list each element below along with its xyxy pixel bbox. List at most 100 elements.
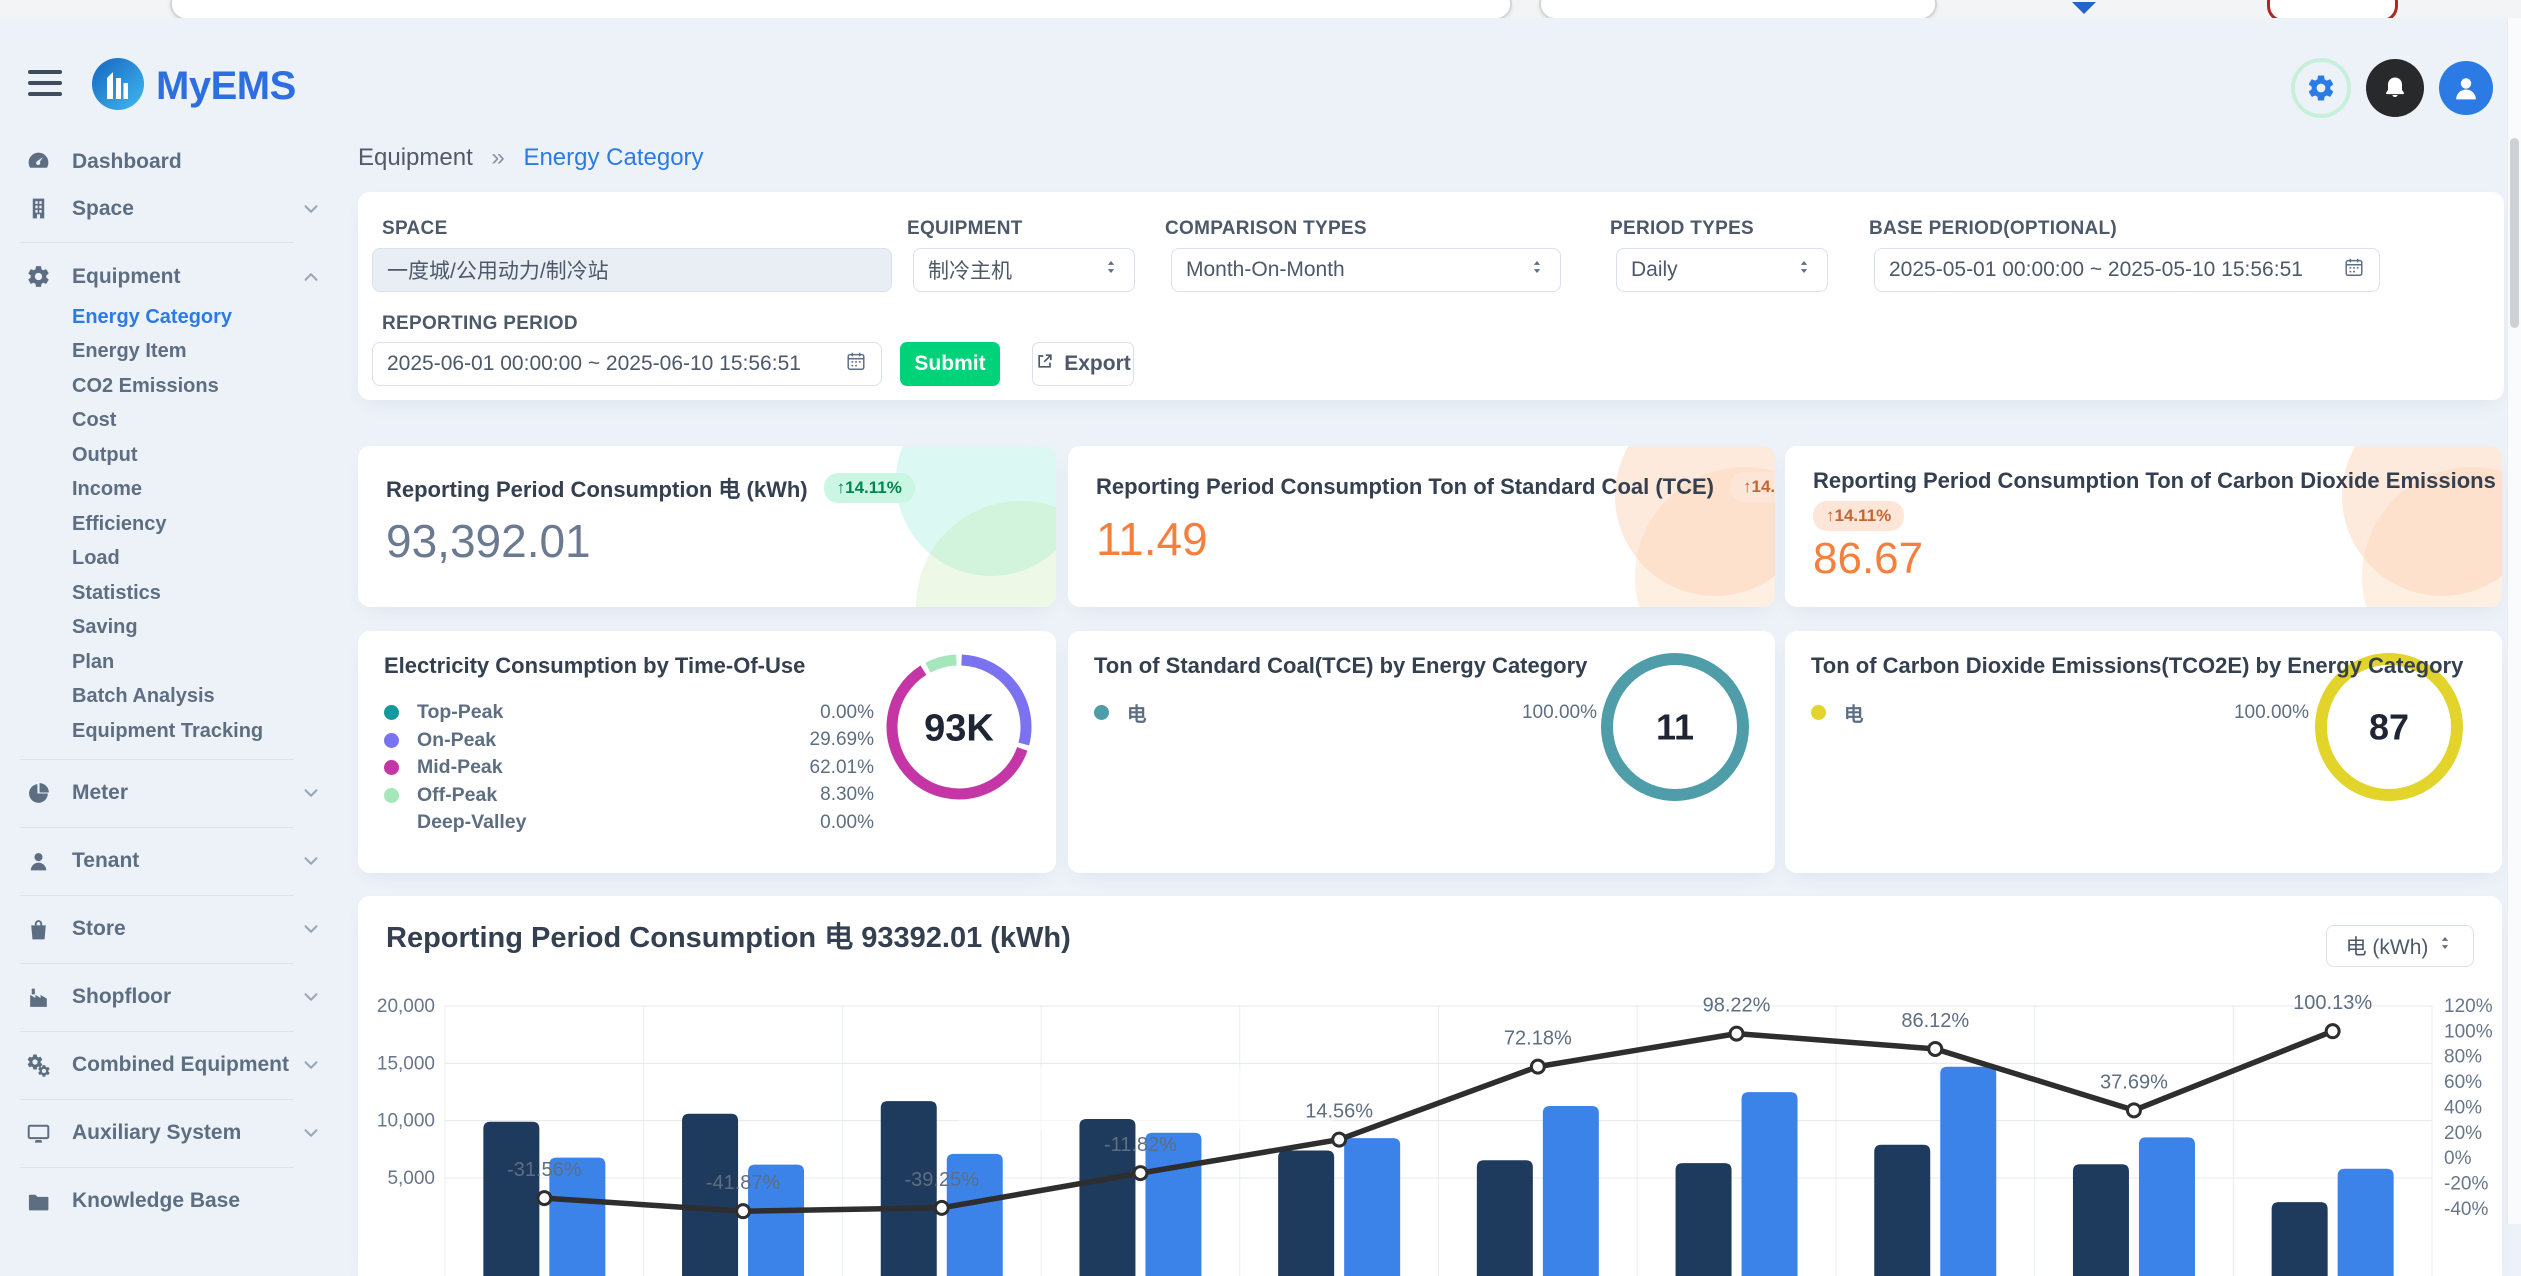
app-header: MyEMS — [0, 18, 2521, 118]
stat-title: Reporting Period Consumption 电 (kWh) — [386, 472, 808, 504]
pie-icon — [26, 781, 56, 806]
person-icon — [26, 849, 56, 874]
svg-text:-11.82%: -11.82% — [1104, 1134, 1177, 1156]
sidebar-item-tenant[interactable]: Tenant — [0, 838, 356, 885]
scrollbar-track[interactable] — [2507, 18, 2521, 1224]
export-button[interactable]: Export — [1032, 342, 1134, 386]
sidebar-item-efficiency[interactable]: Efficiency — [0, 507, 356, 542]
sidebar-item-saving[interactable]: Saving — [0, 611, 356, 646]
legend-dot — [1811, 705, 1826, 720]
scrollbar-thumb[interactable] — [2510, 138, 2519, 328]
donut-chart-2: 11 — [1595, 647, 1755, 812]
breadcrumb: Equipment » Energy Category — [358, 144, 704, 172]
sidebar-item-co2-emissions[interactable]: CO2 Emissions — [0, 369, 356, 404]
svg-text:60%: 60% — [2444, 1072, 2482, 1093]
sidebar-divider — [20, 963, 294, 964]
sidebar-item-knowledge-base[interactable]: Knowledge Base — [0, 1178, 356, 1225]
factory-icon — [26, 985, 56, 1010]
period-types-select[interactable]: Daily — [1616, 248, 1828, 292]
legend-item[interactable]: Mid-Peak62.01% — [384, 754, 874, 782]
sidebar-item-cost[interactable]: Cost — [0, 404, 356, 439]
unit-selector[interactable]: 电 (kWh) — [2326, 925, 2474, 967]
sidebar-item-auxiliary-system[interactable]: Auxiliary System — [0, 1110, 356, 1157]
sidebar-item-store[interactable]: Store — [0, 906, 356, 953]
sidebar-item-output[interactable]: Output — [0, 438, 356, 473]
sidebar-item-load[interactable]: Load — [0, 542, 356, 577]
trend-badge: ↑14.11% — [1813, 501, 1904, 531]
svg-text:120%: 120% — [2444, 996, 2493, 1017]
sidebar-divider — [20, 1031, 294, 1032]
sidebar-item-meter[interactable]: Meter — [0, 770, 356, 817]
legend-dot — [384, 788, 399, 803]
legend-item[interactable]: Deep-Valley0.00% — [384, 809, 874, 837]
folder-icon — [26, 1189, 56, 1214]
space-label: SPACE — [382, 218, 448, 240]
user-avatar[interactable] — [2439, 61, 2493, 115]
sidebar-item-energy-category[interactable]: Energy Category — [0, 300, 356, 335]
select-arrows-icon — [1528, 258, 1546, 282]
chevron-down-icon — [300, 850, 322, 872]
breadcrumb-page[interactable]: Energy Category — [523, 144, 703, 171]
chart-title: Reporting Period Consumption 电 93392.01 … — [386, 914, 1071, 956]
sidebar-item-equipment[interactable]: Equipment — [0, 253, 356, 300]
sidebar-divider — [20, 1099, 294, 1100]
settings-gear-icon[interactable] — [2291, 58, 2351, 118]
export-icon — [1035, 351, 1055, 377]
svg-text:-39.25%: -39.25% — [905, 1169, 980, 1191]
breadcrumb-section[interactable]: Equipment — [358, 144, 473, 171]
legend-item[interactable]: Top-Peak0.00% — [384, 699, 874, 727]
sidebar-item-combined-equipment[interactable]: Combined Equipment — [0, 1042, 356, 1089]
legend-dot — [1094, 705, 1109, 720]
notifications-bell-icon[interactable] — [2366, 59, 2424, 117]
hamburger-menu-icon[interactable] — [28, 70, 62, 96]
svg-text:86.12%: 86.12% — [1901, 1010, 1969, 1032]
sidebar-item-batch-analysis[interactable]: Batch Analysis — [0, 680, 356, 715]
donut-chart-1: 93K — [879, 647, 1039, 812]
sidebar-item-statistics[interactable]: Statistics — [0, 576, 356, 611]
reporting-period-input[interactable]: 2025-06-01 00:00:00 ~ 2025-06-10 15:56:5… — [372, 342, 882, 386]
svg-text:40%: 40% — [2444, 1097, 2482, 1118]
bag-icon — [26, 917, 56, 942]
base-period-label: BASE PERIOD(OPTIONAL) — [1869, 218, 2117, 240]
legend-item[interactable]: Off-Peak8.30% — [384, 782, 874, 810]
sidebar-item-plan[interactable]: Plan — [0, 645, 356, 680]
building-icon — [26, 196, 56, 221]
consumption-chart-card: Reporting Period Consumption 电 93392.01 … — [358, 896, 2502, 1276]
app-logo[interactable]: MyEMS — [92, 58, 296, 115]
browser-addressbar-remnant — [170, 0, 1512, 18]
sidebar-divider — [20, 1167, 294, 1168]
legend-dot — [384, 815, 399, 830]
trend-badge: ↑14.11% — [1730, 472, 1775, 502]
monitor-icon — [26, 1121, 56, 1146]
sidebar-item-dashboard[interactable]: Dashboard — [0, 138, 356, 185]
chevron-down-icon — [300, 918, 322, 940]
legend-dot — [384, 705, 399, 720]
sidebar-divider — [20, 242, 294, 243]
sidebar-item-space[interactable]: Space — [0, 185, 356, 232]
logo-mark-icon — [92, 58, 144, 115]
gauge-icon — [26, 149, 56, 174]
equipment-select[interactable]: 制冷主机 — [913, 248, 1135, 292]
sidebar-divider — [20, 759, 294, 760]
base-period-input[interactable]: 2025-05-01 00:00:00 ~ 2025-05-10 15:56:5… — [1874, 248, 2380, 292]
stat-card-electricity: Reporting Period Consumption 电 (kWh) ↑14… — [358, 446, 1056, 607]
sidebar-item-equipment-tracking[interactable]: Equipment Tracking — [0, 714, 356, 749]
legend-item[interactable]: 电100.00% — [1811, 699, 2309, 727]
stat-value: 11.49 — [1096, 514, 1747, 565]
comparison-types-select[interactable]: Month-On-Month — [1171, 248, 1561, 292]
sidebar-item-income[interactable]: Income — [0, 473, 356, 508]
svg-text:80%: 80% — [2444, 1047, 2482, 1068]
browser-icon-remnant — [2072, 2, 2096, 14]
sidebar-item-energy-item[interactable]: Energy Item — [0, 335, 356, 370]
legend-item[interactable]: 电100.00% — [1094, 699, 1597, 727]
submit-button[interactable]: Submit — [900, 342, 1000, 386]
svg-text:20,000: 20,000 — [377, 996, 435, 1017]
browser-searchbox-remnant — [1539, 0, 1937, 18]
comparison-types-label: COMPARISON TYPES — [1165, 218, 1367, 240]
space-input[interactable]: 一度城/公用动力/制冷站 — [372, 248, 892, 292]
stat-card-tco2e: Reporting Period Consumption Ton of Carb… — [1785, 446, 2502, 607]
sidebar-item-shopfloor[interactable]: Shopfloor — [0, 974, 356, 1021]
legend-item[interactable]: On-Peak29.69% — [384, 727, 874, 755]
svg-text:-40%: -40% — [2444, 1199, 2488, 1220]
legend-dot — [384, 760, 399, 775]
